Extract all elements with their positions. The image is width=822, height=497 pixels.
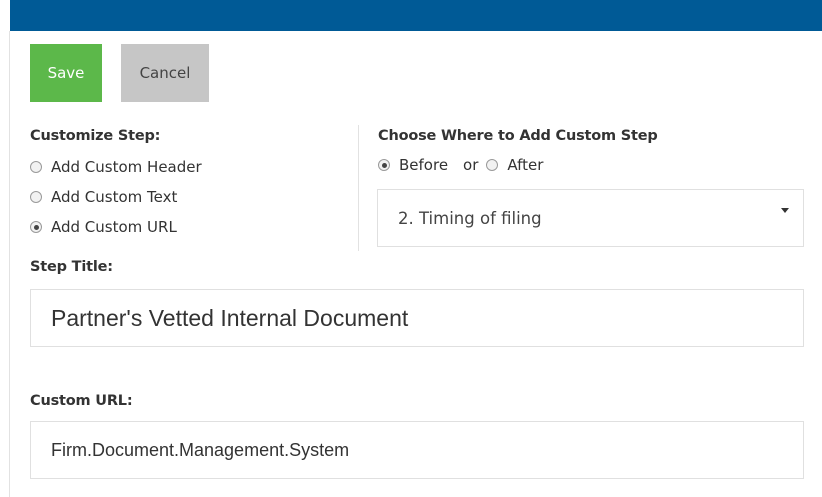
custom-url-label: Custom URL: [30,393,133,409]
option-custom-header-label: Add Custom Header [51,158,202,176]
step-title-label: Step Title: [30,259,113,275]
column-divider [358,125,359,251]
caret-down-icon [781,208,789,213]
option-custom-url[interactable]: Add Custom URL [30,218,177,236]
placement-label: Choose Where to Add Custom Step [378,128,658,144]
step-position-value: 2. Timing of filing [398,208,542,228]
option-before-label: Before [399,156,449,174]
step-position-select[interactable]: 2. Timing of filing [377,189,804,247]
radio-custom-text[interactable] [30,191,42,203]
radio-after[interactable] [486,159,499,171]
option-before[interactable]: Before [378,156,448,174]
top-bar [10,0,822,31]
option-custom-url-label: Add Custom URL [51,218,177,236]
custom-url-input[interactable]: Firm.Document.Management.System [30,421,804,479]
customize-step-label: Customize Step: [30,128,161,144]
step-title-input[interactable]: Partner's Vetted Internal Document [30,289,804,347]
cancel-button[interactable]: Cancel [121,44,209,102]
placement-options: Before or After [378,156,543,174]
radio-custom-header[interactable] [30,161,42,173]
option-after[interactable]: After [486,156,543,174]
option-after-label: After [507,156,544,174]
save-button[interactable]: Save [30,44,102,102]
radio-before[interactable] [378,159,390,171]
option-custom-text-label: Add Custom Text [51,188,178,206]
radio-custom-url[interactable] [30,221,42,233]
or-text: or [463,156,479,174]
option-custom-header[interactable]: Add Custom Header [30,158,202,176]
left-border [9,31,10,497]
option-custom-text[interactable]: Add Custom Text [30,188,177,206]
